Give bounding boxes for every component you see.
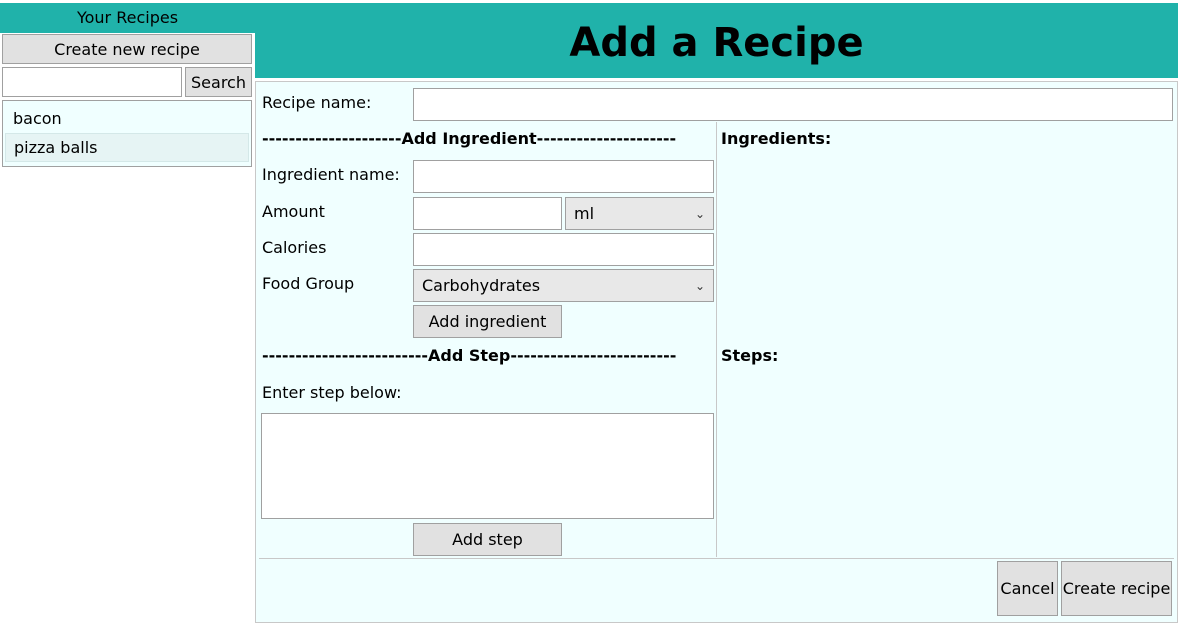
step-textarea[interactable] — [261, 413, 714, 519]
recipe-name-input[interactable] — [413, 88, 1173, 121]
food-group-label: Food Group — [262, 274, 355, 293]
chevron-down-icon: ⌄ — [694, 206, 705, 221]
add-ingredient-button[interactable]: Add ingredient — [413, 305, 562, 338]
footer-divider — [259, 558, 1174, 559]
ingredients-header: Ingredients: — [721, 129, 832, 148]
create-recipe-button[interactable]: Create recipe — [1061, 561, 1172, 616]
calories-input[interactable] — [413, 233, 714, 266]
cancel-button[interactable]: Cancel — [997, 561, 1058, 616]
recipe-name-label: Recipe name: — [262, 93, 372, 112]
add-step-header: -------------------------Add Step-------… — [262, 346, 677, 365]
recipe-list: bacon pizza balls — [2, 100, 252, 167]
ingredient-name-label: Ingredient name: — [262, 165, 400, 184]
enter-step-label: Enter step below: — [262, 383, 402, 402]
amount-label: Amount — [262, 202, 325, 221]
calories-label: Calories — [262, 238, 327, 257]
amount-input[interactable] — [413, 197, 562, 230]
create-new-recipe-button[interactable]: Create new recipe — [2, 34, 252, 64]
chevron-down-icon: ⌄ — [694, 278, 705, 293]
add-step-button[interactable]: Add step — [413, 523, 562, 556]
column-divider — [716, 122, 717, 557]
page-header: Add a Recipe — [255, 3, 1178, 78]
sidebar: Your Recipes Create new recipe Search ba… — [0, 0, 255, 625]
food-group-select-value: Carbohydrates — [422, 276, 541, 295]
ingredient-name-input[interactable] — [413, 160, 714, 193]
list-item[interactable]: pizza balls — [5, 133, 249, 162]
page-title: Add a Recipe — [569, 20, 864, 66]
unit-select-value: ml — [574, 204, 595, 223]
search-button[interactable]: Search — [185, 67, 252, 97]
steps-header: Steps: — [721, 346, 779, 365]
search-input[interactable] — [2, 67, 182, 97]
recipe-form: Recipe name: ---------------------Add In… — [255, 81, 1178, 623]
add-ingredient-header: ---------------------Add Ingredient-----… — [262, 129, 677, 148]
sidebar-title: Your Recipes — [0, 3, 255, 33]
food-group-select[interactable]: Carbohydrates ⌄ — [413, 269, 714, 302]
list-item[interactable]: bacon — [5, 104, 249, 133]
unit-select[interactable]: ml ⌄ — [565, 197, 714, 230]
